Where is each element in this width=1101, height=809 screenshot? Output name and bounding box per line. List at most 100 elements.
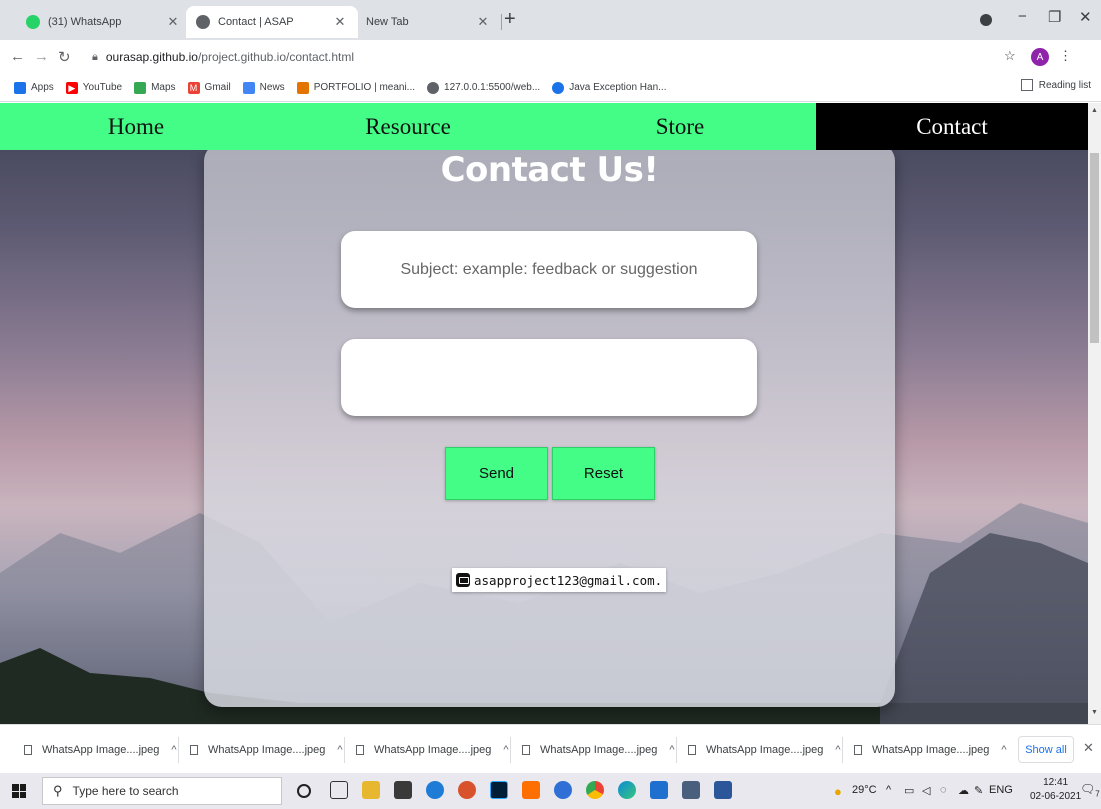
message-textarea[interactable] xyxy=(341,339,757,416)
store-icon[interactable] xyxy=(394,781,412,799)
tab-title: Contact | ASAP xyxy=(218,16,294,28)
download-item[interactable]: WhatsApp Image....jpeg ^ xyxy=(24,739,177,761)
file-icon xyxy=(190,745,198,755)
star-icon[interactable]: ☆ xyxy=(1004,48,1016,64)
bookmark-gmail[interactable]: M Gmail xyxy=(187,81,231,94)
taskbar-search[interactable]: ⚲ Type here to search xyxy=(42,777,282,805)
close-icon[interactable]: ✕ xyxy=(1083,740,1094,756)
record-icon[interactable] xyxy=(980,14,992,26)
vscode-icon[interactable] xyxy=(650,781,668,799)
chevron-up-icon[interactable]: ^ xyxy=(835,744,840,756)
url-bar[interactable]: 🔒︎ ourasap.github.io /project.github.io/… xyxy=(82,44,994,70)
download-item[interactable]: WhatsApp Image....jpeg ^ xyxy=(854,739,1007,761)
onedrive-icon[interactable]: ☁ xyxy=(958,784,969,797)
chrome-icon[interactable] xyxy=(586,781,604,799)
word-icon[interactable] xyxy=(714,781,732,799)
battery-icon[interactable]: ▭ xyxy=(904,784,914,797)
email-address: asapproject123@gmail.com. xyxy=(474,572,663,588)
download-separator xyxy=(510,737,511,763)
subject-input[interactable] xyxy=(341,231,757,308)
java-site-icon xyxy=(552,81,565,94)
back-arrow-icon[interactable]: ← xyxy=(10,48,25,65)
show-all-button[interactable]: Show all xyxy=(1018,736,1074,763)
app-icon[interactable] xyxy=(682,781,700,799)
windows-start-icon[interactable] xyxy=(12,784,26,798)
tray-chevron-up-icon[interactable]: ^ xyxy=(886,784,891,796)
window-close-icon[interactable]: ✕ xyxy=(1079,8,1092,26)
edge-icon[interactable] xyxy=(618,781,636,799)
bookmark-youtube[interactable]: ▶ YouTube xyxy=(65,81,123,94)
bookmark-news[interactable]: News xyxy=(242,81,285,94)
close-icon[interactable]: ✕ xyxy=(475,14,491,30)
whatsapp-icon xyxy=(26,15,40,29)
page-scrollbar[interactable]: ▲ ▼ xyxy=(1088,103,1101,724)
minimize-icon[interactable]: − xyxy=(1018,8,1027,25)
bookmark-label: News xyxy=(259,82,285,93)
bookmark-apps[interactable]: Apps xyxy=(14,81,54,94)
reload-icon[interactable]: ↻ xyxy=(58,48,71,66)
tab-whatsapp[interactable]: (31) WhatsApp ✕ xyxy=(16,6,191,38)
weather-app-icon[interactable] xyxy=(426,781,444,799)
chevron-up-icon[interactable]: ^ xyxy=(1001,744,1006,756)
portfolio-icon xyxy=(296,81,309,94)
nav-resource[interactable]: Resource xyxy=(272,103,544,150)
scroll-thumb[interactable] xyxy=(1090,153,1099,343)
bookmark-java[interactable]: Java Exception Han... xyxy=(552,81,667,94)
network-icon[interactable]: ◌ xyxy=(940,784,947,796)
download-item[interactable]: WhatsApp Image....jpeg ^ xyxy=(190,739,343,761)
reading-list-button[interactable]: Reading list xyxy=(1020,79,1091,91)
avatar[interactable]: A xyxy=(1031,48,1049,66)
download-separator xyxy=(178,737,179,763)
volume-icon[interactable]: ◁ xyxy=(922,784,930,797)
globe-icon xyxy=(196,15,210,29)
bookmark-label: YouTube xyxy=(82,82,123,93)
chevron-up-icon[interactable]: ^ xyxy=(171,744,176,756)
download-item[interactable]: WhatsApp Image....jpeg ^ xyxy=(356,739,509,761)
reset-button[interactable]: Reset xyxy=(552,447,655,500)
app-icon[interactable] xyxy=(554,781,572,799)
page-title: Contact Us! xyxy=(440,150,659,190)
weather-icon: ● xyxy=(834,784,842,799)
kebab-menu-icon[interactable]: ⋮ xyxy=(1059,48,1072,64)
chevron-up-icon[interactable]: ^ xyxy=(669,744,674,756)
bookmark-label: Java Exception Han... xyxy=(569,82,667,93)
task-view-icon[interactable] xyxy=(330,781,348,799)
scroll-up-icon[interactable]: ▲ xyxy=(1088,107,1101,114)
url-path: /project.github.io/contact.html xyxy=(197,50,355,64)
tab-contact[interactable]: Contact | ASAP ✕ xyxy=(186,6,358,38)
close-icon[interactable]: ✕ xyxy=(165,14,181,30)
email-link[interactable]: asapproject123@gmail.com. xyxy=(452,568,667,592)
bookmark-localhost[interactable]: 127.0.0.1:5500/web... xyxy=(427,81,541,94)
bookmark-label: 127.0.0.1:5500/web... xyxy=(444,82,541,93)
file-explorer-icon[interactable] xyxy=(362,781,380,799)
cortana-icon[interactable] xyxy=(297,784,311,798)
media-player-icon[interactable] xyxy=(458,781,476,799)
close-icon[interactable]: ✕ xyxy=(332,14,348,30)
language-indicator[interactable]: ENG xyxy=(989,784,1013,796)
bookmark-portfolio[interactable]: PORTFOLIO | meani... xyxy=(296,81,415,94)
file-icon xyxy=(854,745,862,755)
notification-icon[interactable]: 🗨︎7 xyxy=(1080,782,1100,798)
nav-home[interactable]: Home xyxy=(0,103,272,150)
weather-temp[interactable]: 29°C xyxy=(852,784,877,796)
search-icon: ⚲ xyxy=(53,783,63,798)
download-item[interactable]: WhatsApp Image....jpeg ^ xyxy=(688,739,841,761)
tab-new-tab[interactable]: New Tab ✕ xyxy=(356,6,501,38)
clock-time: 12:41 xyxy=(1043,777,1069,788)
nav-contact[interactable]: Contact xyxy=(816,103,1088,150)
forward-arrow-icon[interactable]: → xyxy=(34,48,49,65)
bookmark-maps[interactable]: Maps xyxy=(134,81,176,94)
download-item[interactable]: WhatsApp Image....jpeg ^ xyxy=(522,739,675,761)
pen-icon[interactable]: ✎ xyxy=(974,784,983,797)
taskbar-clock[interactable]: 12:41 02-06-2021 xyxy=(1030,776,1081,804)
scroll-down-icon[interactable]: ▼ xyxy=(1088,709,1101,716)
new-tab-plus-icon[interactable]: + xyxy=(504,8,516,31)
notification-count: 7 xyxy=(1095,789,1100,799)
restore-icon[interactable]: ❐ xyxy=(1048,8,1061,26)
chevron-up-icon[interactable]: ^ xyxy=(503,744,508,756)
chevron-up-icon[interactable]: ^ xyxy=(337,744,342,756)
send-button[interactable]: Send xyxy=(445,447,548,500)
photoshop-icon[interactable] xyxy=(490,781,508,799)
q-app-icon[interactable] xyxy=(522,781,540,799)
nav-store[interactable]: Store xyxy=(544,103,816,150)
